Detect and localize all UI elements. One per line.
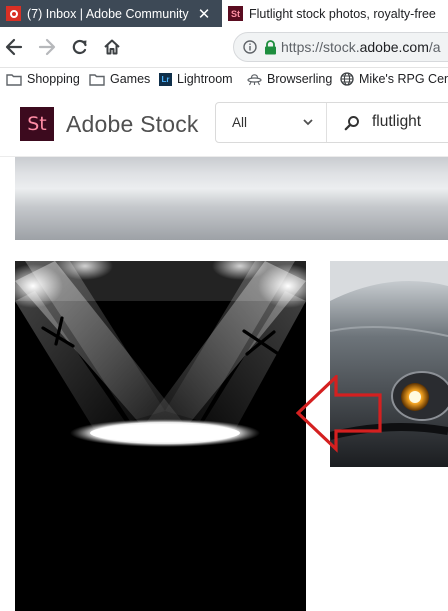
tab-title: (7) Inbox | Adobe Community [27, 6, 189, 21]
tab-adobe-stock[interactable]: St Flutlight stock photos, royalty-free [222, 0, 448, 27]
url-text: https://stock.adobe.com/a [281, 39, 441, 55]
back-button[interactable] [2, 35, 26, 59]
result-image-banner[interactable] [15, 157, 448, 240]
result-image-spotlights[interactable] [15, 261, 306, 611]
forward-arrow-icon [38, 38, 56, 56]
bookmark-mikes-rpg[interactable]: Mike's RPG Cent [340, 70, 448, 88]
search-icon[interactable] [344, 115, 360, 131]
bookmark-lightroom[interactable]: Lr Lightroom [159, 70, 233, 88]
globe-icon [340, 72, 354, 86]
bookmark-label: Mike's RPG Cent [359, 72, 448, 86]
folder-icon [6, 73, 22, 86]
annotation-arrow-icon [296, 375, 382, 453]
info-icon [243, 40, 257, 54]
adobe-stock-favicon-icon: St [228, 6, 243, 21]
home-button[interactable] [100, 35, 124, 59]
back-arrow-icon [5, 38, 23, 56]
tab-inbox[interactable]: (7) Inbox | Adobe Community ✕ [0, 0, 222, 27]
address-bar[interactable]: https://stock.adobe.com/a [233, 32, 448, 62]
bookmark-label: Browserling [267, 72, 333, 86]
tab-title: Flutlight stock photos, royalty-free [249, 6, 436, 21]
community-favicon-icon [6, 6, 21, 21]
browser-toolbar: https://stock.adobe.com/a [0, 27, 448, 68]
chevron-down-icon[interactable] [302, 116, 314, 128]
bookmark-shopping[interactable]: Shopping [6, 70, 80, 88]
search-results [0, 157, 448, 611]
bookmark-label: Lightroom [177, 72, 233, 86]
bookmark-label: Shopping [27, 72, 80, 86]
adobe-stock-logo[interactable]: St [20, 107, 54, 141]
adobe-stock-header: St Adobe Stock All flutlight [0, 90, 448, 157]
forward-button[interactable] [35, 35, 59, 59]
search-divider [326, 103, 327, 142]
search-bar: All flutlight [215, 102, 448, 143]
reload-icon [72, 39, 87, 55]
tab-strip: (7) Inbox | Adobe Community ✕ St Flutlig… [0, 0, 448, 27]
reload-button[interactable] [68, 35, 92, 59]
lock-icon [265, 39, 276, 54]
bookmark-games[interactable]: Games [89, 70, 150, 88]
lightroom-icon: Lr [159, 72, 172, 86]
folder-icon [89, 73, 105, 86]
ufo-icon [247, 73, 262, 85]
close-icon[interactable]: ✕ [196, 5, 212, 23]
bookmark-browserling[interactable]: Browserling [247, 70, 332, 88]
search-input[interactable]: flutlight [372, 113, 421, 131]
brand-name[interactable]: Adobe Stock [66, 111, 199, 138]
search-scope-dropdown[interactable]: All [232, 115, 247, 130]
spotlight-stage-image [15, 261, 306, 611]
bookmark-label: Games [110, 72, 151, 86]
home-icon [104, 39, 120, 55]
bookmarks-bar: Shopping Games Lr Lightroom Browserling … [0, 68, 448, 90]
